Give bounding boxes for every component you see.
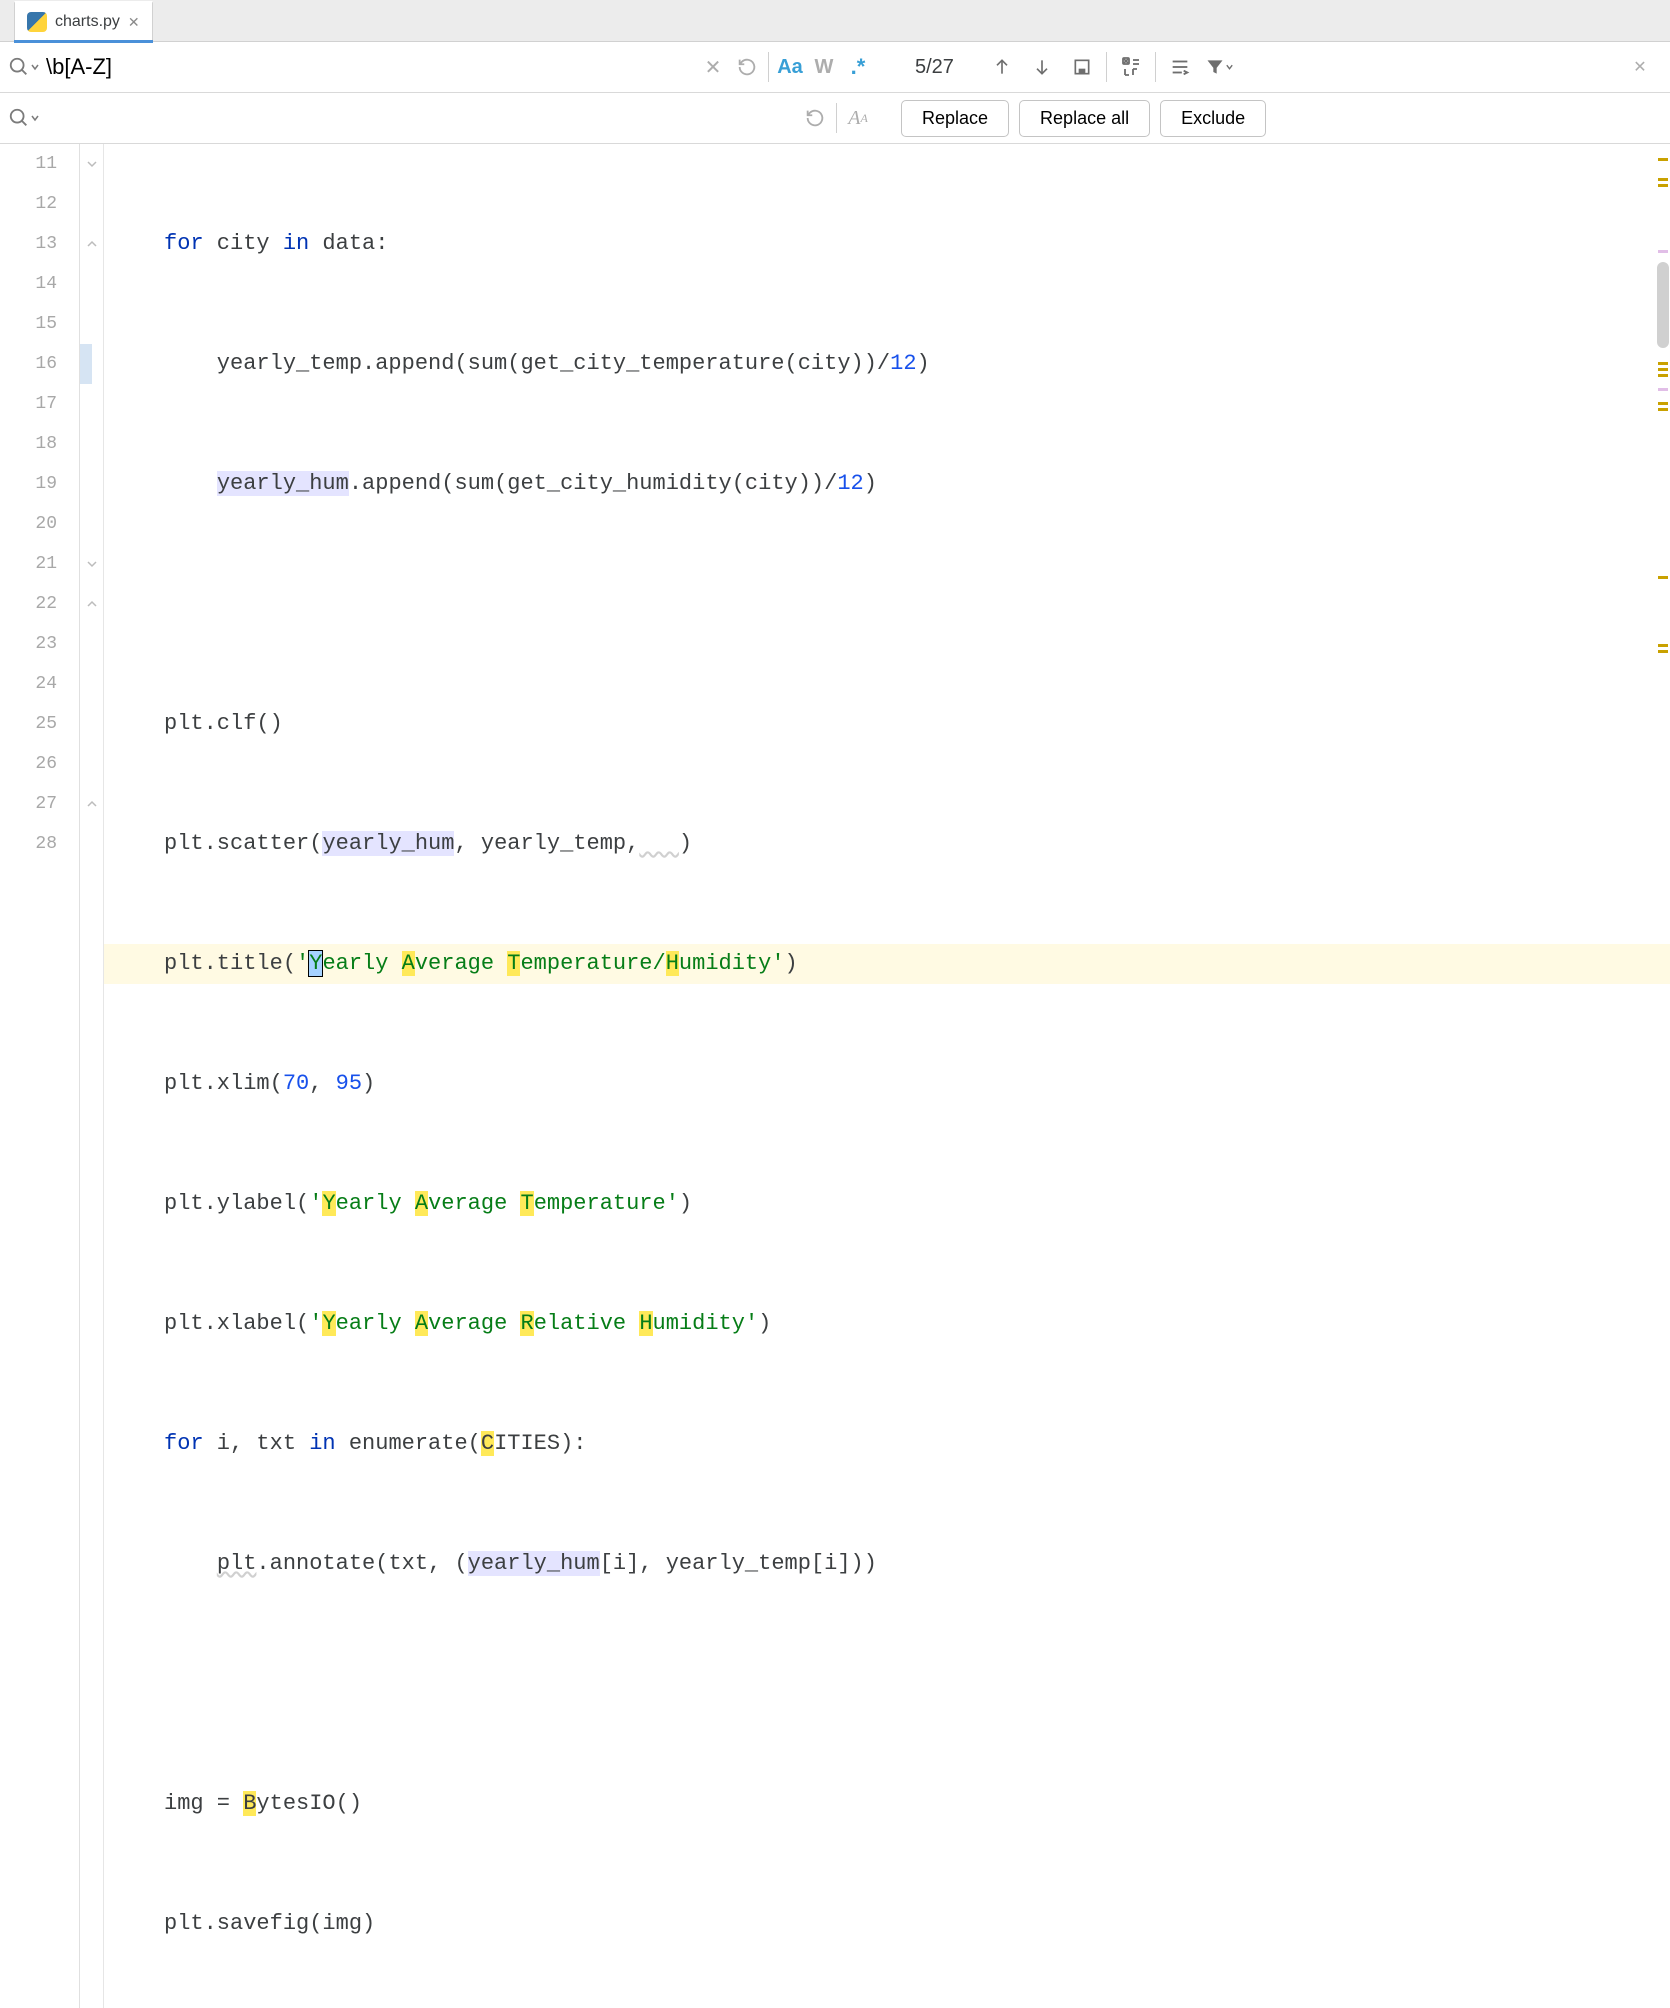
select-all-button[interactable] <box>1062 47 1102 87</box>
clear-search-button[interactable]: ✕ <box>696 51 730 83</box>
search-input[interactable] <box>46 54 696 80</box>
filter-button[interactable] <box>1200 47 1240 87</box>
prev-match-button[interactable] <box>982 47 1022 87</box>
close-tab-icon[interactable]: ✕ <box>128 14 140 31</box>
python-file-icon <box>27 12 47 32</box>
replace-icon[interactable] <box>8 107 40 129</box>
replace-bar: AA Replace Replace all Exclude <box>0 93 1670 144</box>
replace-all-button[interactable]: Replace all <box>1019 100 1150 137</box>
fold-end-icon[interactable] <box>80 784 103 824</box>
fold-marker-icon[interactable] <box>80 544 103 584</box>
gutter-highlight <box>80 344 92 384</box>
tab-charts-py[interactable]: charts.py ✕ <box>14 1 153 41</box>
code-area[interactable]: for city in data: yearly_temp.append(sum… <box>104 144 1670 2008</box>
match-case-toggle[interactable]: Aa <box>773 51 807 83</box>
show-options-button[interactable] <box>1160 47 1200 87</box>
find-bar: ✕ Aa W .* 5/27 ✕ <box>0 42 1670 93</box>
fold-end-icon[interactable] <box>80 224 103 264</box>
fold-marker-icon[interactable] <box>80 144 103 184</box>
match-count: 5/27 <box>887 56 982 79</box>
replace-input[interactable] <box>46 105 768 131</box>
tab-filename: charts.py <box>55 13 120 31</box>
editor: 11 12 13 14 15 16 17 18 19 20 21 22 23 2… <box>0 144 1670 2008</box>
new-selection-button[interactable] <box>1111 47 1151 87</box>
search-history-button[interactable] <box>730 51 764 83</box>
fold-gutter <box>80 144 104 2008</box>
next-match-button[interactable] <box>1022 47 1062 87</box>
scrollbar-thumb[interactable] <box>1657 262 1669 348</box>
replace-history-button[interactable] <box>798 102 832 134</box>
editor-tabs: charts.py ✕ <box>0 0 1670 42</box>
words-toggle[interactable]: W <box>807 51 841 83</box>
search-icon[interactable] <box>8 56 40 78</box>
fold-end-icon[interactable] <box>80 584 103 624</box>
preserve-case-toggle[interactable]: AA <box>841 102 875 134</box>
close-find-bar-button[interactable]: ✕ <box>1620 47 1660 87</box>
exclude-button[interactable]: Exclude <box>1160 100 1266 137</box>
marker-bar[interactable] <box>1656 144 1670 2008</box>
regex-toggle[interactable]: .* <box>841 51 875 83</box>
line-number-gutter: 11 12 13 14 15 16 17 18 19 20 21 22 23 2… <box>0 144 80 2008</box>
replace-button[interactable]: Replace <box>901 100 1009 137</box>
